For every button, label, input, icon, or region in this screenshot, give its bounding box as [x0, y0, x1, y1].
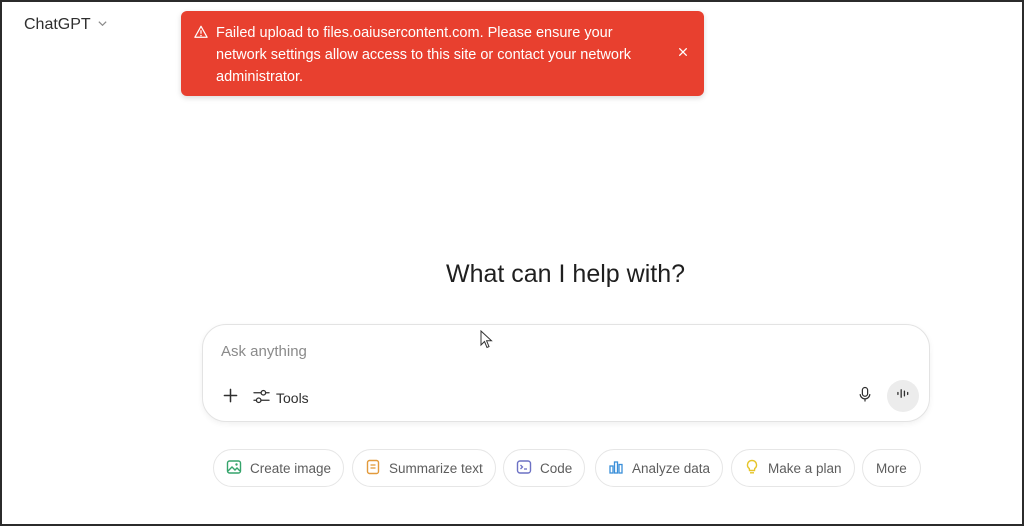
voice-mode-icon: [896, 387, 911, 405]
document-icon: [365, 459, 381, 478]
voice-mode-button[interactable]: [887, 380, 919, 412]
close-icon: [678, 44, 688, 62]
error-toast-line: administrator.: [216, 69, 304, 85]
warning-triangle-icon: [194, 25, 208, 39]
page-title: What can I help with?: [445, 260, 685, 288]
composer: Tools: [202, 324, 930, 422]
suggestion-analyze-data[interactable]: Analyze data: [595, 449, 724, 487]
terminal-icon: [516, 459, 532, 478]
model-selector-label: ChatGPT: [24, 16, 91, 33]
prompt-input[interactable]: [221, 339, 781, 363]
suggestion-label: Make a plan: [768, 460, 842, 476]
lightbulb-icon: [744, 459, 760, 478]
dictate-button[interactable]: [853, 385, 877, 409]
suggestion-label: Analyze data: [632, 460, 711, 476]
bar-chart-icon: [608, 459, 624, 478]
tools-label: Tools: [276, 390, 309, 406]
suggestion-more[interactable]: More: [862, 449, 921, 487]
suggestion-label: More: [876, 460, 907, 476]
suggestion-make-a-plan[interactable]: Make a plan: [731, 449, 855, 487]
suggestion-create-image[interactable]: Create image: [213, 449, 345, 487]
error-toast-message: Failed upload to files.oaiusercontent.co…: [216, 22, 646, 88]
close-toast-button[interactable]: [675, 45, 691, 61]
plus-icon: [223, 388, 238, 408]
error-toast-line: Failed upload to files.oaiusercontent.co…: [216, 25, 613, 41]
suggestion-code[interactable]: Code: [503, 449, 586, 487]
suggestion-label: Code: [540, 460, 573, 476]
tools-button[interactable]: Tools: [253, 386, 309, 410]
app-window: ChatGPT Failed upload to files.oaiuserco…: [0, 0, 1024, 526]
microphone-icon: [858, 386, 872, 408]
suggestion-label: Create image: [250, 460, 332, 476]
chevron-down-icon: [97, 16, 108, 34]
model-selector[interactable]: ChatGPT: [20, 14, 112, 36]
image-icon: [226, 459, 242, 478]
sliders-icon: [253, 389, 270, 407]
add-attachment-button[interactable]: [219, 387, 241, 409]
error-toast-line: network settings allow access to this si…: [216, 47, 632, 63]
suggestion-label: Summarize text: [389, 460, 483, 476]
error-toast: Failed upload to files.oaiusercontent.co…: [181, 11, 704, 96]
mouse-cursor-icon: [480, 329, 494, 350]
suggestion-summarize-text[interactable]: Summarize text: [352, 449, 496, 487]
